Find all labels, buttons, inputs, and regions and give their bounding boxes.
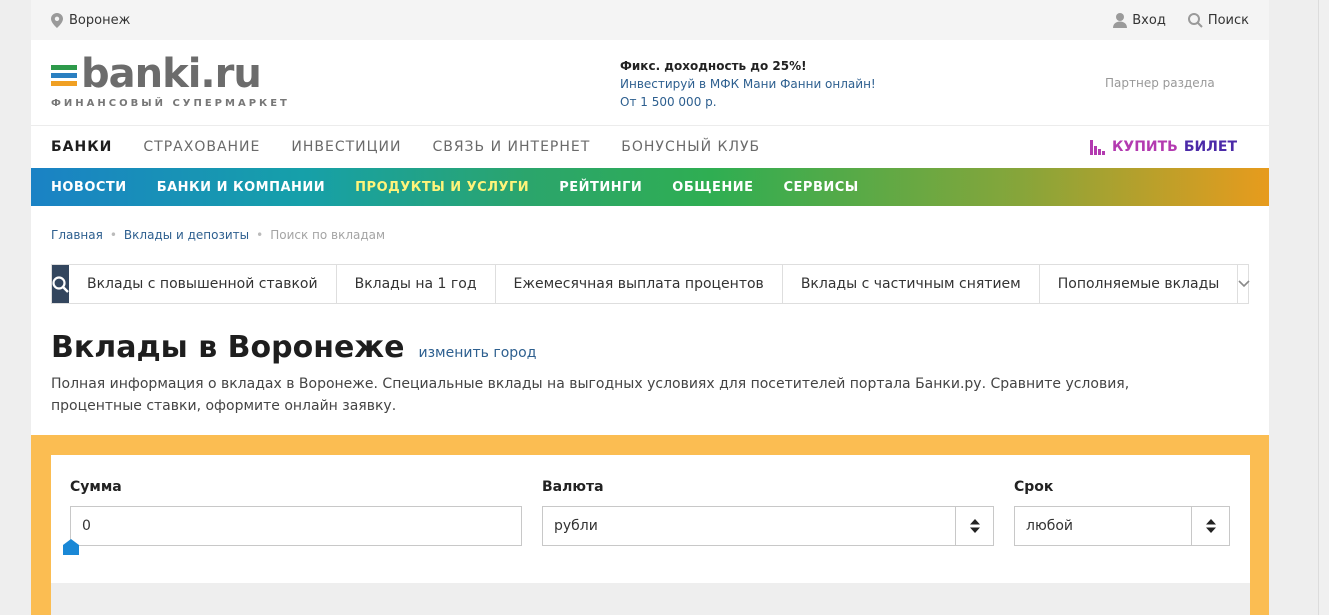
filter-high-rate[interactable]: Вклады с повышенной ставкой xyxy=(69,265,337,303)
deposit-calculator: Сумма 0 Валюта рубли Срок любой xyxy=(31,435,1269,615)
term-select-arrows[interactable] xyxy=(1191,507,1229,545)
scrollbar[interactable] xyxy=(1318,0,1329,615)
page-description: Полная информация о вкладах в Воронеже. … xyxy=(51,376,1130,414)
main-nav-item-banks[interactable]: БАНКИ xyxy=(51,139,112,155)
city-selector[interactable]: Воронеж xyxy=(51,12,131,28)
main-nav-item-telecom[interactable]: СВЯЗЬ И ИНТЕРНЕТ xyxy=(432,139,590,155)
buy-ticket-label-a: КУПИТЬ xyxy=(1111,139,1178,155)
promo-line-2[interactable]: От 1 500 000 р. xyxy=(620,93,876,111)
filters-more-button[interactable] xyxy=(1238,265,1250,303)
amount-field: Сумма 0 xyxy=(70,479,522,546)
currency-field: Валюта рубли xyxy=(542,479,994,546)
location-pin-icon xyxy=(51,12,63,28)
buy-ticket-label-b: БИЛЕТ xyxy=(1183,139,1237,155)
logo[interactable]: banki.ru ФИНАНСОВЫЙ СУПЕРМАРКЕТ xyxy=(51,54,290,109)
logo-stripes-icon xyxy=(51,64,77,86)
filter-replenishable[interactable]: Пополняемые вклады xyxy=(1040,265,1239,303)
section-nav-products[interactable]: ПРОДУКТЫ И УСЛУГИ xyxy=(355,180,529,195)
currency-label: Валюта xyxy=(542,479,604,495)
promo-title: Фикс. доходность до 25%! xyxy=(620,59,807,73)
breadcrumb: Главная • Вклады и депозиты • Поиск по в… xyxy=(31,206,1269,264)
filter-one-year[interactable]: Вклады на 1 год xyxy=(337,265,496,303)
logo-tagline: ФИНАНСОВЫЙ СУПЕРМАРКЕТ xyxy=(51,98,290,109)
main-nav-item-insurance[interactable]: СТРАХОВАНИЕ xyxy=(143,139,260,155)
calculator-footer xyxy=(51,583,1250,615)
breadcrumb-deposits[interactable]: Вклады и депозиты xyxy=(124,228,249,242)
section-nav: НОВОСТИ БАНКИ И КОМПАНИИ ПРОДУКТЫ И УСЛУ… xyxy=(31,168,1269,206)
login-link[interactable]: Вход xyxy=(1113,12,1166,28)
breadcrumb-separator: • xyxy=(109,228,117,242)
quick-filters: Вклады с повышенной ставкой Вклады на 1 … xyxy=(51,264,1250,304)
amount-slider-handle[interactable] xyxy=(63,539,79,555)
logo-domain: .ru xyxy=(200,51,261,97)
filter-search-button[interactable] xyxy=(52,265,69,303)
change-city-link[interactable]: изменить город xyxy=(419,345,537,361)
calculator-card: Сумма 0 Валюта рубли Срок любой xyxy=(51,455,1250,615)
search-label: Поиск xyxy=(1207,12,1249,28)
search-icon xyxy=(52,275,69,293)
section-nav-banks[interactable]: БАНКИ И КОМПАНИИ xyxy=(157,180,325,195)
search-link[interactable]: Поиск xyxy=(1187,12,1249,28)
section-nav-ratings[interactable]: РЕЙТИНГИ xyxy=(559,180,642,195)
main-nav: БАНКИ СТРАХОВАНИЕ ИНВЕСТИЦИИ СВЯЗЬ И ИНТ… xyxy=(31,126,1269,168)
page: Воронеж Вход Поиск banki.ru ФИНАНСОВЫЙ С… xyxy=(31,0,1269,615)
main-nav-item-investments[interactable]: ИНВЕСТИЦИИ xyxy=(291,139,401,155)
term-value: любой xyxy=(1026,518,1074,534)
filter-partial-withdrawal[interactable]: Вклады с частичным снятием xyxy=(783,265,1040,303)
promo-block[interactable]: Фикс. доходность до 25%! Инвестируй в МФ… xyxy=(620,57,876,111)
page-title: Вклады в Воронеже xyxy=(51,330,405,365)
partner-label: Партнер раздела xyxy=(1105,76,1215,90)
filter-monthly-interest[interactable]: Ежемесячная выплата процентов xyxy=(496,265,783,303)
amount-label: Сумма xyxy=(70,479,122,495)
term-label: Срок xyxy=(1014,479,1054,495)
breadcrumb-separator: • xyxy=(256,228,264,242)
chevron-down-icon xyxy=(1238,280,1250,288)
ticket-chart-icon xyxy=(1089,140,1105,155)
sort-arrows-icon xyxy=(969,519,980,533)
site-header: banki.ru ФИНАНСОВЫЙ СУПЕРМАРКЕТ Фикс. до… xyxy=(31,40,1269,126)
section-nav-services[interactable]: СЕРВИСЫ xyxy=(784,180,859,195)
buy-ticket-button[interactable]: КУПИТЬ БИЛЕТ xyxy=(1089,139,1237,155)
term-field: Срок любой xyxy=(1014,479,1230,546)
top-bar: Воронеж Вход Поиск xyxy=(31,0,1269,40)
sort-arrows-icon xyxy=(1205,519,1216,533)
section-nav-news[interactable]: НОВОСТИ xyxy=(51,180,127,195)
city-name: Воронеж xyxy=(69,12,131,28)
login-label: Вход xyxy=(1132,12,1166,28)
search-icon xyxy=(1187,12,1203,28)
currency-select-arrows[interactable] xyxy=(955,507,993,545)
main-nav-item-bonus-club[interactable]: БОНУСНЫЙ КЛУБ xyxy=(621,139,760,155)
amount-input[interactable]: 0 xyxy=(70,506,522,546)
breadcrumb-home[interactable]: Главная xyxy=(51,228,103,242)
section-nav-community[interactable]: ОБЩЕНИЕ xyxy=(672,180,753,195)
currency-select[interactable]: рубли xyxy=(542,506,994,546)
title-row: Вклады в Воронеже изменить город xyxy=(51,330,1269,365)
breadcrumb-current: Поиск по вкладам xyxy=(270,228,386,242)
term-select[interactable]: любой xyxy=(1014,506,1230,546)
user-icon xyxy=(1113,12,1128,28)
currency-value: рубли xyxy=(554,518,598,534)
promo-line-1[interactable]: Инвестируй в МФК Мани Фанни онлайн! xyxy=(620,75,876,93)
logo-word: banki xyxy=(81,51,201,97)
